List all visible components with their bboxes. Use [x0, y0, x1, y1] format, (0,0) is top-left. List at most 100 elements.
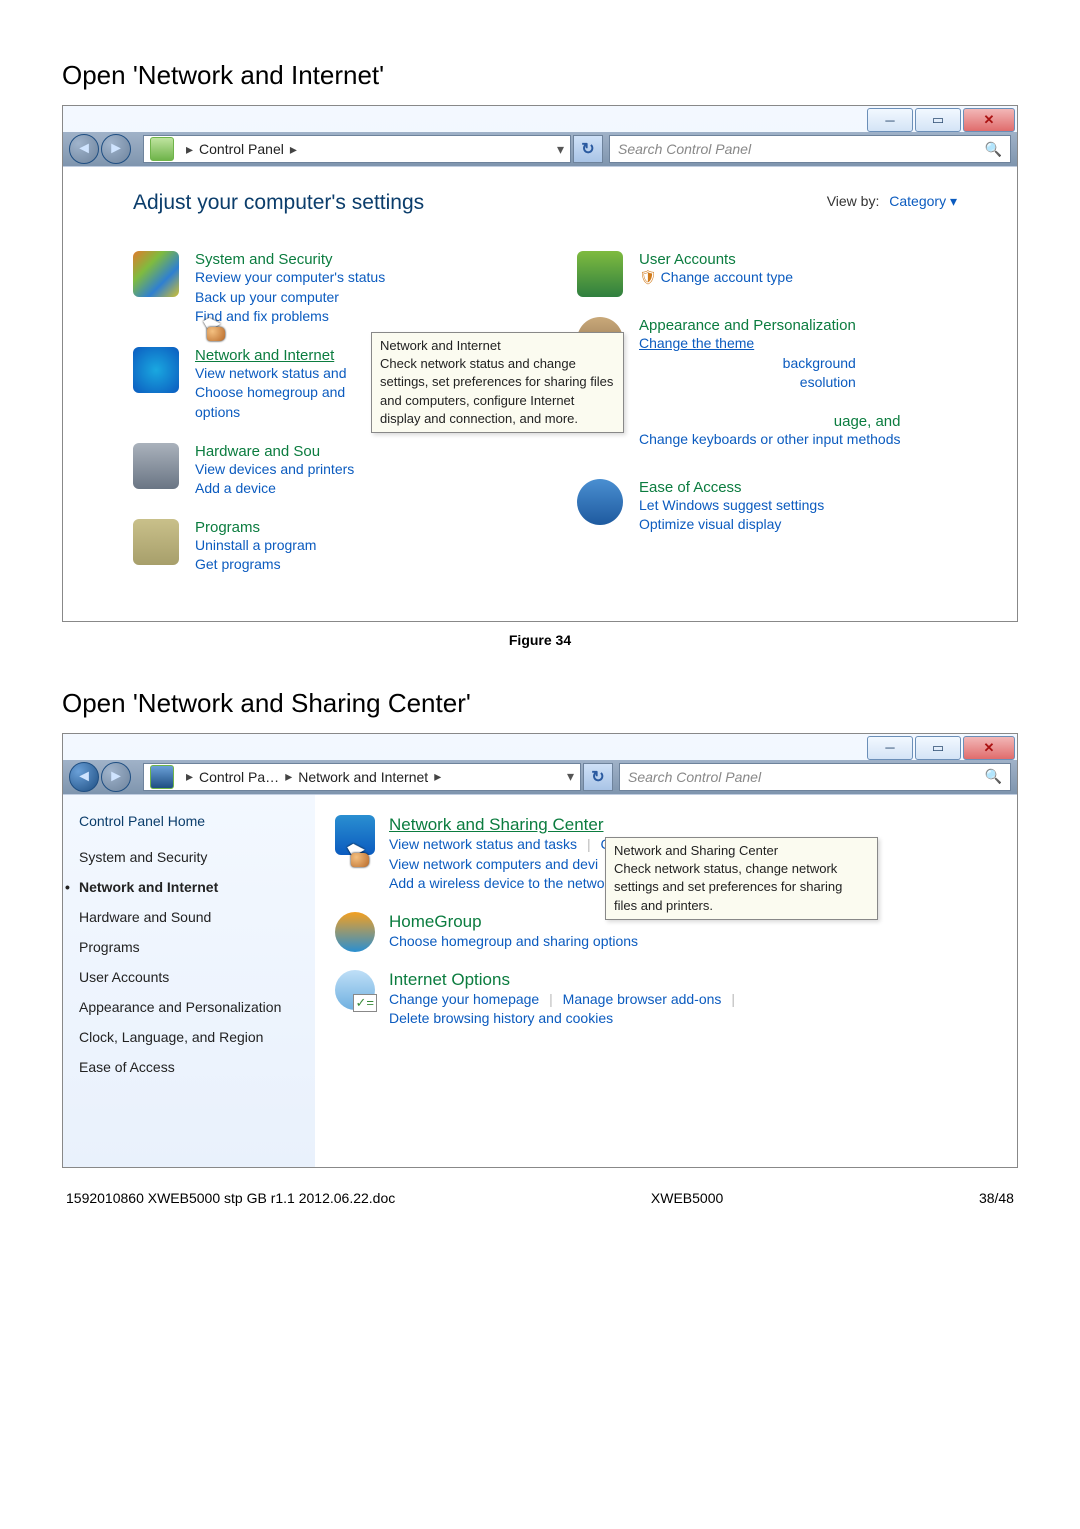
link-review-status[interactable]: Review your computer's status — [195, 268, 385, 288]
sidebar-home[interactable]: Control Panel Home — [79, 813, 299, 829]
chevron-right-icon: ▸ — [285, 768, 292, 785]
nav-forward-button[interactable]: ► — [101, 762, 131, 792]
section-heading-1: Open 'Network and Internet' — [62, 60, 1018, 91]
link-view-status[interactable]: View network status and tasks — [389, 836, 577, 852]
link-add-device[interactable]: Add a device — [195, 479, 354, 499]
chevron-right-icon: ▸ — [290, 141, 297, 158]
window-control-panel: ─ ▭ ✕ ◄ ► ▸ Control Panel ▸ ▾ ↻ Search C… — [62, 105, 1018, 622]
link-homegroup-options[interactable]: Choose homegroup and sharing options — [389, 932, 638, 952]
item-internet-options[interactable]: Internet Options — [389, 970, 741, 990]
category-appearance[interactable]: Appearance and Personalization — [639, 317, 856, 334]
maximize-button[interactable]: ▭ — [915, 736, 961, 760]
chevron-right-icon: ▸ — [434, 768, 441, 785]
link-backup[interactable]: Back up your computer — [195, 288, 385, 308]
breadcrumb-1: Control Pa… — [199, 769, 279, 785]
breadcrumb[interactable]: ▸ Control Pa… ▸ Network and Internet ▸ ▾ — [143, 763, 581, 791]
maximize-button[interactable]: ▭ — [915, 108, 961, 132]
link-homegroup[interactable]: Choose homegroup and — [195, 383, 347, 403]
search-icon: 🔍 — [985, 141, 1002, 158]
sidebar: Control Panel Home System and Security N… — [63, 795, 315, 1167]
view-by-dropdown[interactable]: Category ▾ — [889, 193, 957, 209]
sidebar-item-appearance[interactable]: Appearance and Personalization — [79, 999, 299, 1015]
link-options[interactable]: options — [195, 403, 347, 423]
item-homegroup[interactable]: HomeGroup — [389, 912, 638, 932]
refresh-button[interactable]: ↻ — [573, 135, 603, 163]
chevron-down-icon[interactable]: ▾ — [547, 141, 564, 158]
sidebar-item-hardware[interactable]: Hardware and Sound — [79, 909, 299, 925]
nav-bar: ◄ ► ▸ Control Pa… ▸ Network and Internet… — [63, 760, 1017, 794]
footer-title: XWEB5000 — [651, 1190, 723, 1206]
link-resolution[interactable]: esolution — [639, 373, 856, 393]
search-placeholder: Search Control Panel — [618, 141, 751, 157]
category-hardware-sound[interactable]: Hardware and Sou — [195, 443, 354, 460]
tooltip: Network and Internet Check network statu… — [371, 332, 624, 433]
link-delete-history[interactable]: Delete browsing history and cookies — [389, 1009, 741, 1029]
sidebar-item-clock[interactable]: Clock, Language, and Region — [79, 1029, 299, 1045]
link-background[interactable]: background — [639, 354, 856, 374]
breadcrumb[interactable]: ▸ Control Panel ▸ ▾ — [143, 135, 571, 163]
close-button[interactable]: ✕ — [963, 736, 1015, 760]
link-change-homepage[interactable]: Change your homepage — [389, 991, 539, 1007]
breadcrumb-text: Control Panel — [199, 141, 284, 157]
footer-filename: 1592010860 XWEB5000 stp GB r1.1 2012.06.… — [66, 1190, 395, 1206]
titlebar: ─ ▭ ✕ — [63, 734, 1017, 760]
category-clock-lang[interactable]: uage, and — [639, 413, 901, 430]
system-security-icon — [133, 251, 179, 297]
sidebar-item-ease[interactable]: Ease of Access — [79, 1059, 299, 1075]
sidebar-item-network[interactable]: Network and Internet — [79, 879, 299, 895]
nav-forward-button[interactable]: ► — [101, 134, 131, 164]
ease-access-icon — [577, 479, 623, 525]
category-ease-access[interactable]: Ease of Access — [639, 479, 824, 496]
link-keyboards[interactable]: Change keyboards or other input methods — [639, 430, 901, 450]
link-view-computers[interactable]: View network computers and devi — [389, 856, 598, 872]
homegroup-icon — [335, 912, 375, 952]
item-network-sharing-center[interactable]: Network and Sharing Center — [389, 815, 733, 835]
sidebar-item-system[interactable]: System and Security — [79, 849, 299, 865]
view-by: View by: Category ▾ — [827, 193, 957, 210]
tooltip-title: Network and Internet — [380, 337, 615, 355]
search-input[interactable]: Search Control Panel 🔍 — [609, 135, 1011, 163]
link-add-wireless[interactable]: Add a wireless device to the netwo — [389, 875, 605, 891]
search-icon: 🔍 — [985, 768, 1002, 785]
footer-page: 38/48 — [979, 1190, 1014, 1206]
network-icon — [150, 765, 174, 789]
link-suggest-settings[interactable]: Let Windows suggest settings — [639, 496, 824, 516]
tooltip: Network and Sharing Center Check network… — [605, 837, 878, 920]
window-network-internet: ─ ▭ ✕ ◄ ► ▸ Control Pa… ▸ Network and In… — [62, 733, 1018, 1168]
nav-back-button[interactable]: ◄ — [69, 134, 99, 164]
category-programs[interactable]: Programs — [195, 519, 316, 536]
chevron-right-icon: ▸ — [186, 141, 193, 158]
category-user-accounts[interactable]: User Accounts — [639, 251, 793, 268]
link-change-account[interactable]: 🛡 Change account type — [639, 268, 793, 288]
link-uninstall[interactable]: Uninstall a program — [195, 536, 316, 556]
minimize-button[interactable]: ─ — [867, 736, 913, 760]
category-system-security[interactable]: System and Security — [195, 251, 385, 268]
link-network-status[interactable]: View network status and — [195, 364, 347, 384]
close-button[interactable]: ✕ — [963, 108, 1015, 132]
network-internet-icon — [133, 347, 179, 393]
figure-caption: Figure 34 — [62, 632, 1018, 648]
refresh-button[interactable]: ↻ — [583, 763, 613, 791]
content-area: Adjust your computer's settings View by:… — [63, 166, 1017, 621]
programs-icon — [133, 519, 179, 565]
titlebar: ─ ▭ ✕ — [63, 106, 1017, 132]
sidebar-item-user-accounts[interactable]: User Accounts — [79, 969, 299, 985]
category-network-internet[interactable]: Network and Internet — [195, 347, 347, 364]
nav-bar: ◄ ► ▸ Control Panel ▸ ▾ ↻ Search Control… — [63, 132, 1017, 166]
link-optimize-visual[interactable]: Optimize visual display — [639, 515, 824, 535]
link-change-theme[interactable]: Change the theme — [639, 334, 856, 354]
chevron-right-icon: ▸ — [186, 768, 193, 785]
minimize-button[interactable]: ─ — [867, 108, 913, 132]
page-footer: 1592010860 XWEB5000 stp GB r1.1 2012.06.… — [62, 1190, 1018, 1206]
link-get-programs[interactable]: Get programs — [195, 555, 316, 575]
link-devices-printers[interactable]: View devices and printers — [195, 460, 354, 480]
search-placeholder: Search Control Panel — [628, 769, 761, 785]
search-input[interactable]: Search Control Panel 🔍 — [619, 763, 1011, 791]
nav-back-button[interactable]: ◄ — [69, 762, 99, 792]
chevron-down-icon[interactable]: ▾ — [557, 768, 574, 785]
link-browser-addons[interactable]: Manage browser add-ons — [563, 991, 722, 1007]
main-pane: Network and Sharing Center View network … — [315, 795, 1017, 1167]
internet-options-icon — [335, 970, 375, 1010]
link-fix-problems[interactable]: Find and fix problems — [195, 307, 385, 327]
sidebar-item-programs[interactable]: Programs — [79, 939, 299, 955]
